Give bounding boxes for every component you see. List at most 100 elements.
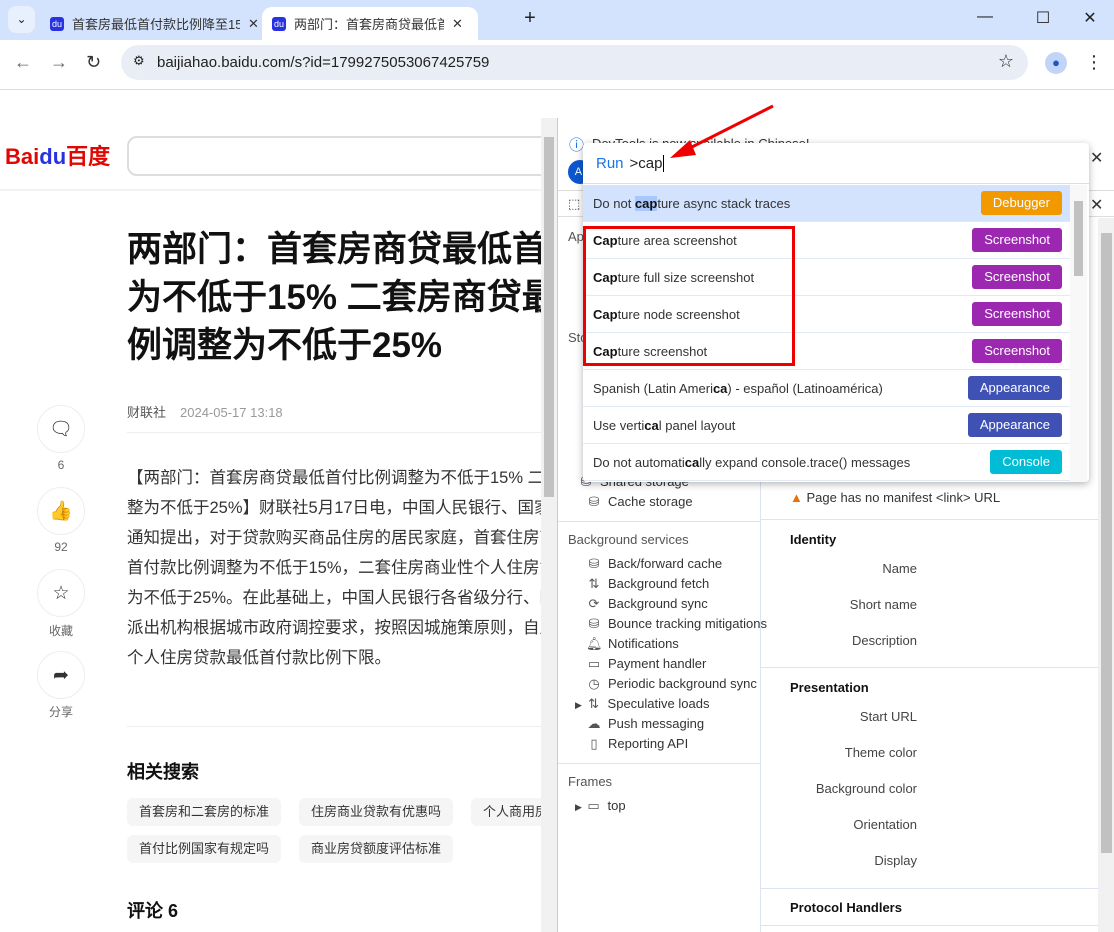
divider xyxy=(558,763,760,764)
sidebar-item-periodic-sync[interactable]: ◷ Periodic background sync xyxy=(586,676,757,692)
cloud-icon: ☁ xyxy=(587,716,601,731)
clock-icon: ◷ xyxy=(588,676,600,691)
reload-icon[interactable]: ↻ xyxy=(86,52,101,73)
comment-button[interactable]: 🗨 xyxy=(37,405,85,453)
sidebar-item-background-fetch[interactable]: ⇅ Background fetch xyxy=(586,576,710,592)
bell-icon: 🔔︎ xyxy=(586,636,603,651)
sidebar-item-bfcache[interactable]: ⛁ Back/forward cache xyxy=(586,556,723,572)
related-search-chip[interactable]: 首套房和二套房的标准 xyxy=(127,798,282,826)
tab-title: 首套房最低首付款比例降至15% xyxy=(72,17,240,32)
command-list-scrollbar[interactable] xyxy=(1070,185,1087,482)
sidebar-item-reporting-api[interactable]: ▯ Reporting API xyxy=(586,736,688,752)
command-input[interactable]: Run >cap xyxy=(583,143,1089,184)
related-search-chip[interactable]: 商业房贷额度评估标准 xyxy=(299,835,454,863)
tab-inactive[interactable]: du 首套房最低首付款比例降至15% ✕ xyxy=(40,7,275,40)
browser-toolbar: ← → ↻ ⚙ baijiahao.baidu.com/s?id=1799275… xyxy=(0,40,1114,90)
close-devtools-icon[interactable]: ✕ xyxy=(1090,195,1103,215)
field-label: Orientation xyxy=(853,817,917,832)
inspect-element-icon[interactable]: ⬚ xyxy=(568,196,580,212)
devtools-scrollbar[interactable] xyxy=(1098,218,1114,932)
bookmark-star-icon[interactable]: ☆ xyxy=(998,51,1014,72)
scrollbar-thumb[interactable] xyxy=(1074,201,1083,276)
command-item[interactable]: Spanish (Latin America) - español (Latin… xyxy=(583,370,1070,407)
command-category-badge: Screenshot xyxy=(972,339,1062,363)
tab-active[interactable]: du 两部门：首套房商贷最低首付比 ✕ xyxy=(262,7,478,40)
protocol-handlers-heading: Protocol Handlers xyxy=(790,900,902,915)
field-label: Background color xyxy=(815,781,917,796)
divider xyxy=(761,519,1098,520)
divider xyxy=(761,667,1098,668)
field-label: Short name xyxy=(849,597,917,612)
frame-top[interactable]: ▶ ▭ top xyxy=(575,798,626,814)
sidebar-item-push-messaging[interactable]: ☁ Push messaging xyxy=(586,716,705,732)
thumbs-up-icon: 👍 xyxy=(49,501,73,522)
url-text: baijiahao.baidu.com/s?id=179927505306742… xyxy=(157,54,490,71)
sidebar-item-notifications[interactable]: 🔔︎ Notifications xyxy=(586,636,679,652)
sidebar-item-payment-handler[interactable]: ▭ Payment handler xyxy=(586,656,706,672)
close-window-icon[interactable]: ✕ xyxy=(1075,8,1105,28)
star-icon: ☆ xyxy=(52,582,70,604)
tab-search-button[interactable]: ⌄ xyxy=(8,6,35,33)
close-tab-icon[interactable]: ✕ xyxy=(248,16,259,32)
related-search-chip[interactable]: 住房商业贷款有优惠吗 xyxy=(299,798,454,826)
related-search-chip[interactable]: 个人商用房贷款 xyxy=(471,798,541,826)
command-category-badge: Screenshot xyxy=(972,265,1062,289)
field-label: Name xyxy=(882,561,917,576)
command-item[interactable]: Do not automatically expand console.trac… xyxy=(583,444,1070,481)
back-icon[interactable]: ← xyxy=(14,52,32,73)
command-category-badge: Screenshot xyxy=(972,228,1062,252)
window-icon: ▭ xyxy=(587,798,600,813)
baidu-favicon: du xyxy=(50,16,64,31)
related-search-chip[interactable]: 首付比例国家有规定吗 xyxy=(127,835,282,863)
sidebar-item-cache-storage[interactable]: ⛁ Cache storage xyxy=(586,494,693,510)
article-title: 两部门：首套房商贷最低首付比例调整为不低于15% 二套房商贷最低首付比例调整为不… xyxy=(127,230,541,365)
command-query: >cap xyxy=(629,155,663,172)
search-input[interactable] xyxy=(127,136,541,176)
menu-icon[interactable]: ⋮ xyxy=(1085,52,1103,73)
expand-arrow-icon: ▶ xyxy=(575,700,582,710)
page-scrollbar-thumb[interactable] xyxy=(544,137,554,497)
database-icon: ⛁ xyxy=(588,556,600,571)
tab-bar: ⌄ du 首套房最低首付款比例降至15% ✕ du 两部门：首套房商贷最低首付比… xyxy=(0,0,1114,40)
divider xyxy=(761,925,1098,926)
command-item[interactable]: Use vertical panel layout Appearance xyxy=(583,407,1070,444)
comment-icon: 🗨 xyxy=(48,419,74,440)
scrollbar-thumb[interactable] xyxy=(1101,233,1112,853)
warning-icon: ▲ xyxy=(790,490,803,505)
manifest-warning: ▲ Page has no manifest <link> URL xyxy=(790,490,1001,505)
forward-icon[interactable]: → xyxy=(50,52,68,73)
article-source[interactable]: 财联社 xyxy=(127,405,166,420)
divider xyxy=(127,726,541,727)
new-tab-icon[interactable]: + xyxy=(515,7,545,30)
sidebar-item-background-sync[interactable]: ⟳ Background sync xyxy=(586,596,708,612)
field-label: Theme color xyxy=(844,745,917,760)
share-label: 分享 xyxy=(48,705,73,719)
command-label: Do not automatically expand console.trac… xyxy=(593,455,911,470)
favorite-button[interactable]: ☆ xyxy=(37,569,85,617)
command-label: Do not capture async stack traces xyxy=(593,196,791,211)
sidebar-item-bounce-tracking[interactable]: ⛁ Bounce tracking mitigations xyxy=(586,616,767,632)
profile-avatar[interactable]: ● xyxy=(1045,52,1067,74)
run-prefix: Run xyxy=(596,155,624,172)
close-notice-icon[interactable]: ✕ xyxy=(1090,148,1103,168)
minimize-icon[interactable]: — xyxy=(970,8,1000,26)
share-icon: ➦ xyxy=(53,664,69,686)
share-button[interactable]: ➦ xyxy=(37,651,85,699)
file-icon: ▯ xyxy=(590,736,598,751)
address-bar[interactable]: ⚙ baijiahao.baidu.com/s?id=1799275053067… xyxy=(121,45,1028,80)
like-button[interactable]: 👍 xyxy=(37,487,85,535)
comments-heading: 评论 6 xyxy=(127,901,179,921)
like-count: 92 xyxy=(54,540,68,554)
close-tab-icon[interactable]: ✕ xyxy=(452,16,463,32)
frames-header: Frames xyxy=(568,774,613,789)
divider xyxy=(761,888,1098,889)
database-icon: ⛁ xyxy=(588,494,600,509)
command-item[interactable]: Do not capture async stack traces Debugge… xyxy=(583,185,1070,222)
maximize-icon[interactable]: ☐ xyxy=(1028,8,1058,28)
background-services-header: Background services xyxy=(568,532,689,547)
sidebar-item-speculative-loads[interactable]: ▶ ⇅ Speculative loads xyxy=(575,696,709,712)
comment-count: 6 xyxy=(57,458,65,472)
site-info-icon[interactable]: ⚙ xyxy=(133,53,145,69)
web-page: Baidu百度 两部门：首套房商贷最低首付比例调整为不低于15% 二套房商贷最低… xyxy=(0,91,541,932)
baidu-logo[interactable]: Baidu百度 xyxy=(5,139,110,171)
